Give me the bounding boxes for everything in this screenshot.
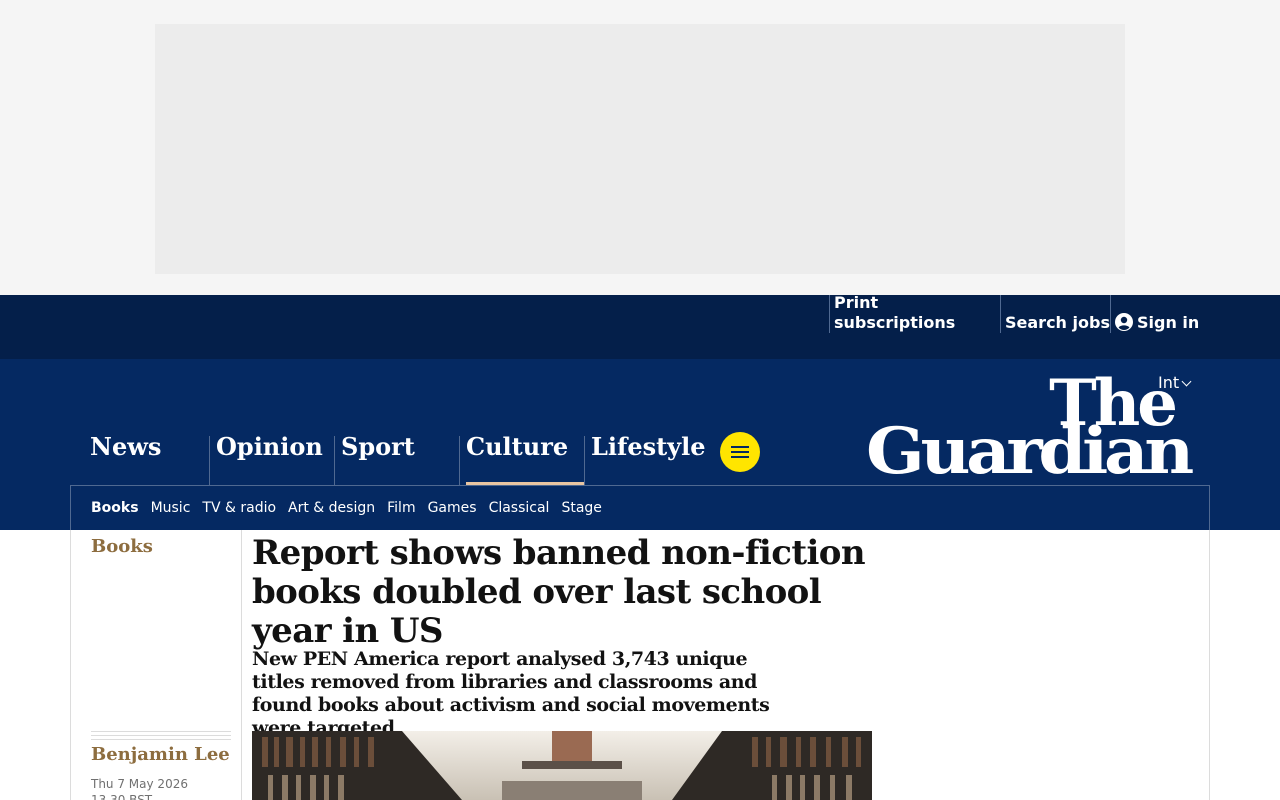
- pillar-news[interactable]: News: [84, 435, 209, 486]
- sign-in-link[interactable]: Sign in: [1110, 295, 1200, 333]
- guardian-logo[interactable]: The Guardian: [864, 367, 1194, 479]
- section-label[interactable]: Books: [91, 536, 153, 557]
- print-subscriptions-link[interactable]: Print subscriptions: [829, 293, 1000, 333]
- byline[interactable]: Benjamin Lee: [91, 744, 230, 765]
- pillar-lifestyle[interactable]: Lifestyle: [584, 435, 709, 486]
- divider: [91, 731, 231, 743]
- subnav-books[interactable]: Books: [91, 500, 139, 516]
- standfirst: New PEN America report analysed 3,743 un…: [252, 648, 770, 739]
- menu-button[interactable]: [720, 432, 760, 472]
- headline: Report shows banned non-fiction books do…: [252, 533, 866, 651]
- menu-icon: [731, 446, 749, 448]
- user-icon: [1115, 313, 1133, 331]
- publish-date: Thu 7 May 2026 13.30 BST: [91, 777, 188, 800]
- article: Books Benjamin Lee Thu 7 May 2026 13.30 …: [70, 530, 1210, 800]
- subnav-tv-radio[interactable]: TV & radio: [202, 500, 276, 516]
- pillar-culture[interactable]: Culture: [459, 435, 584, 486]
- pillar-opinion[interactable]: Opinion: [209, 435, 334, 486]
- top-bar: Print subscriptions Search jobs Sign in: [0, 293, 1280, 359]
- culture-subnav: Books Music TV & radio Art & design Film…: [70, 485, 1210, 530]
- svg-text:Guardian: Guardian: [866, 414, 1194, 479]
- pillar-sport[interactable]: Sport: [334, 435, 459, 486]
- hero-image: [252, 731, 872, 800]
- subnav-art-design[interactable]: Art & design: [288, 500, 375, 516]
- subnav-games[interactable]: Games: [428, 500, 477, 516]
- subnav-film[interactable]: Film: [387, 500, 415, 516]
- search-jobs-link[interactable]: Search jobs: [1000, 295, 1110, 333]
- subnav-classical[interactable]: Classical: [489, 500, 550, 516]
- pillar-nav: News Opinion Sport Culture Lifestyle: [84, 435, 709, 486]
- site-header: Int The Guardian News Opinion Sport Cult…: [0, 359, 1280, 530]
- advertisement-slot[interactable]: [155, 24, 1125, 274]
- library-shelves-image: [252, 731, 872, 800]
- advertisement-band: [0, 0, 1280, 295]
- article-meta-column: Books Benjamin Lee Thu 7 May 2026 13.30 …: [71, 530, 242, 800]
- subnav-music[interactable]: Music: [151, 500, 191, 516]
- subnav-stage[interactable]: Stage: [561, 500, 601, 516]
- sign-in-label: Sign in: [1137, 313, 1200, 332]
